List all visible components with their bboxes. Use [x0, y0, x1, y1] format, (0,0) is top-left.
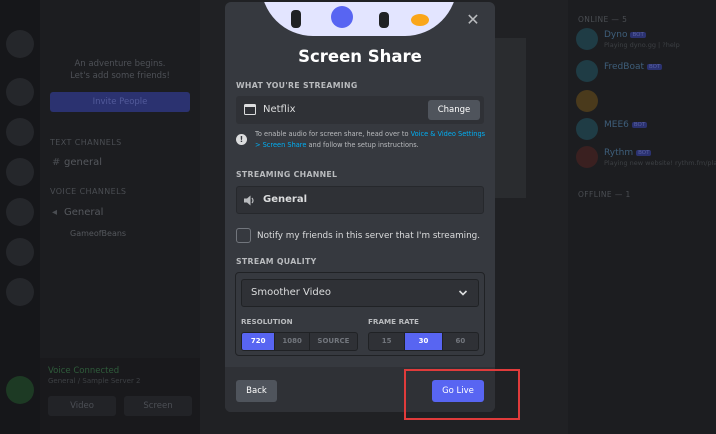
- server-icon[interactable]: [6, 78, 34, 106]
- empty-state-text: An adventure begins. Let's add some frie…: [40, 58, 200, 82]
- invite-people-button[interactable]: Invite People: [50, 92, 190, 112]
- avatar: [576, 28, 598, 50]
- bot-badge: BOT: [636, 149, 652, 156]
- explore-servers-icon[interactable]: [6, 376, 34, 404]
- quality-selected-value: Smoother Video: [251, 287, 332, 298]
- streaming-channel[interactable]: General: [236, 186, 484, 214]
- member-item[interactable]: MEE6 BOT: [576, 118, 711, 142]
- member-name-text: FredBoat: [604, 62, 644, 72]
- resolution-toggle: 720 1080 SOURCE: [241, 332, 358, 351]
- channel-label: General: [64, 207, 104, 218]
- speaker-icon: [244, 195, 254, 206]
- member-item[interactable]: Dyno BOT Playing dyno.gg | ?help: [576, 28, 711, 52]
- members-offline-heading: OFFLINE — 1: [578, 190, 631, 199]
- channel-name: General: [263, 194, 307, 205]
- framerate-60-option[interactable]: 60: [443, 333, 478, 350]
- avatar: [576, 146, 598, 168]
- speaker-icon: ◂: [52, 207, 58, 218]
- chevron-down-icon: [458, 290, 468, 296]
- member-name: MEE6 BOT: [604, 120, 648, 130]
- avatar: [576, 90, 598, 112]
- server-icon[interactable]: [6, 198, 34, 226]
- hash-icon: #: [52, 157, 61, 168]
- framerate-label: FRAME RATE: [368, 317, 419, 326]
- illustration-blob: [331, 6, 353, 28]
- member-item[interactable]: Rythm BOT Playing new website! rythm.fm/p…: [576, 146, 716, 170]
- server-icon[interactable]: [6, 118, 34, 146]
- voice-channels-heading[interactable]: VOICE CHANNELS: [50, 187, 126, 196]
- member-name: FredBoat BOT: [604, 62, 663, 72]
- info-icon: !: [236, 134, 247, 145]
- member-name: Rythm BOT: [604, 148, 652, 158]
- server-icon[interactable]: [6, 158, 34, 186]
- notify-checkbox[interactable]: [236, 228, 251, 243]
- screen-share-illustration: [261, 2, 457, 36]
- empty-state-line: An adventure begins.: [74, 59, 166, 69]
- back-button[interactable]: Back: [236, 380, 277, 402]
- server-list: [0, 0, 40, 434]
- info-text-suffix: and follow the setup instructions.: [306, 140, 419, 149]
- voice-member[interactable]: GameofBeans: [70, 229, 126, 238]
- voice-panel: Voice Connected General / Sample Server …: [40, 358, 200, 434]
- streaming-app-name: Netflix: [263, 104, 296, 115]
- server-icon[interactable]: [6, 238, 34, 266]
- video-button[interactable]: Video: [48, 396, 116, 416]
- voice-connected-status: Voice Connected: [48, 366, 120, 376]
- audio-info-text: To enable audio for screen share, head o…: [255, 129, 487, 150]
- text-channels-heading[interactable]: TEXT CHANNELS: [50, 138, 122, 147]
- member-item[interactable]: [576, 90, 711, 114]
- voice-connected-sub: General / Sample Server 2: [48, 377, 141, 385]
- member-list: ONLINE — 5 Dyno BOT Playing dyno.gg | ?he…: [568, 0, 716, 434]
- framerate-30-option[interactable]: 30: [405, 333, 443, 350]
- framerate-toggle: 15 30 60: [368, 332, 479, 351]
- avatar: [576, 118, 598, 140]
- framerate-15-option[interactable]: 15: [369, 333, 406, 350]
- member-name-text: Dyno: [604, 30, 628, 40]
- streaming-label: WHAT YOU'RE STREAMING: [236, 81, 358, 90]
- member-name: Dyno BOT: [604, 30, 646, 40]
- change-button[interactable]: Change: [428, 100, 480, 120]
- empty-state-line: Let's add some friends!: [70, 71, 170, 81]
- resolution-label: RESOLUTION: [241, 317, 293, 326]
- channel-sidebar: An adventure begins. Let's add some frie…: [40, 0, 200, 434]
- member-name-text: MEE6: [604, 120, 629, 130]
- member-item[interactable]: FredBoat BOT: [576, 60, 711, 84]
- member-name-text: Rythm: [604, 148, 634, 158]
- bot-badge: BOT: [647, 63, 663, 70]
- streaming-source: Netflix Change: [236, 96, 484, 124]
- close-icon[interactable]: ✕: [464, 11, 482, 29]
- go-live-highlight-box: [404, 369, 520, 420]
- bot-badge: BOT: [631, 121, 648, 128]
- member-status: Playing dyno.gg | ?help: [604, 41, 680, 49]
- member-status: Playing new website! rythm.fm/play...: [604, 159, 716, 167]
- screen-button[interactable]: Screen: [124, 396, 192, 416]
- channel-label: STREAMING CHANNEL: [236, 170, 338, 179]
- bot-badge: BOT: [630, 31, 646, 38]
- avatar: [576, 60, 598, 82]
- server-icon[interactable]: [6, 278, 34, 306]
- quality-select[interactable]: Smoother Video: [241, 279, 479, 307]
- modal-title: Screen Share: [298, 47, 422, 66]
- info-text-prefix: To enable audio for screen share, head o…: [255, 130, 411, 138]
- stream-quality-panel: Smoother Video RESOLUTION 720 1080 SOURC…: [235, 272, 485, 356]
- channel-label: general: [64, 157, 103, 168]
- members-online-heading: ONLINE — 5: [578, 15, 628, 24]
- quality-label: STREAM QUALITY: [236, 257, 317, 266]
- channel-general-text[interactable]: # general: [52, 157, 102, 168]
- resolution-source-option[interactable]: SOURCE: [310, 333, 357, 350]
- illustration-blob: [379, 12, 389, 28]
- notify-label[interactable]: Notify my friends in this server that I'…: [257, 231, 480, 241]
- resolution-720-option[interactable]: 720: [242, 333, 276, 350]
- window-icon: [244, 104, 256, 115]
- channel-general-voice[interactable]: ◂ General: [52, 207, 103, 218]
- illustration-blob: [411, 14, 429, 26]
- server-icon[interactable]: [6, 30, 34, 58]
- resolution-1080-option[interactable]: 1080: [275, 333, 310, 350]
- illustration-blob: [291, 10, 301, 28]
- screen-share-modal: ✕ Screen Share WHAT YOU'RE STREAMING Net…: [225, 2, 495, 412]
